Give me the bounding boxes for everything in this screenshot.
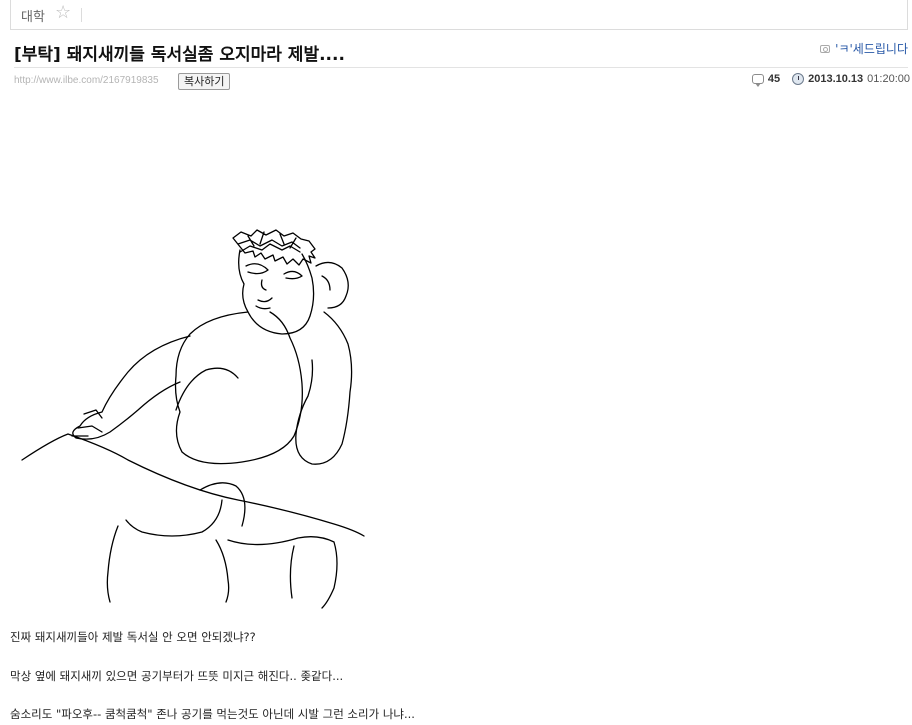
post-date: 2013.10.13 bbox=[808, 73, 864, 85]
post-title: [부탁] 돼지새끼들 독서실좀 오지마라 제발.... bbox=[14, 45, 345, 65]
drawing-eyes bbox=[245, 263, 303, 280]
author-link[interactable]: 'ㅋ'세드립니다 bbox=[820, 40, 908, 57]
comment-count[interactable]: 45 bbox=[768, 73, 780, 85]
drawing-table-edge bbox=[21, 433, 365, 537]
drawing-head bbox=[238, 249, 315, 335]
post-drawing-image bbox=[21, 229, 365, 609]
post-header: [부탁] 돼지새끼들 독서실좀 오지마라 제발.... 'ㅋ'세드립니다 bbox=[14, 38, 908, 68]
drawing-body bbox=[174, 311, 303, 465]
body-paragraph: 막상 옆에 돼지새끼 있으면 공기부터가 뜨뜻 미지근 해진다.. 좆같다... bbox=[10, 669, 344, 683]
board-name[interactable]: 대학 bbox=[21, 6, 45, 25]
comment-icon bbox=[751, 74, 764, 87]
board-header-bar: 대학 ☆ bbox=[10, 0, 908, 30]
post-stats: 45 2013.10.13 01:20:00 bbox=[751, 73, 910, 87]
author-name[interactable]: 'ㅋ'세드립니다 bbox=[835, 40, 908, 57]
clock-icon bbox=[792, 73, 805, 85]
drawing-nose-mouth bbox=[255, 279, 273, 310]
post-meta: http://www.ilbe.com/2167919835 복사하기 45 2… bbox=[14, 72, 910, 92]
star-icon[interactable]: ☆ bbox=[55, 3, 71, 23]
drawing-hair bbox=[232, 229, 316, 266]
copy-url-button[interactable]: 복사하기 bbox=[178, 73, 231, 90]
divider bbox=[81, 8, 82, 22]
drawing-ear bbox=[315, 261, 349, 309]
post-url[interactable]: http://www.ilbe.com/2167919835 bbox=[14, 75, 159, 86]
body-paragraph: 숨소리도 "파오후-- 쿰척쿰척" 존나 공기를 먹는것도 아닌데 시발 그런 … bbox=[10, 707, 415, 721]
post-time: 01:20:00 bbox=[867, 73, 910, 85]
drawing-belly-line bbox=[175, 367, 239, 411]
drawing-right-arm bbox=[295, 311, 353, 465]
profile-icon bbox=[820, 44, 831, 53]
drawing-left-arm bbox=[72, 335, 191, 440]
body-paragraph: 진짜 돼지새끼들아 제발 독서실 안 오면 안되겠냐?? bbox=[10, 630, 256, 644]
drawing-legs bbox=[106, 499, 338, 609]
drawing-hip bbox=[199, 482, 246, 527]
